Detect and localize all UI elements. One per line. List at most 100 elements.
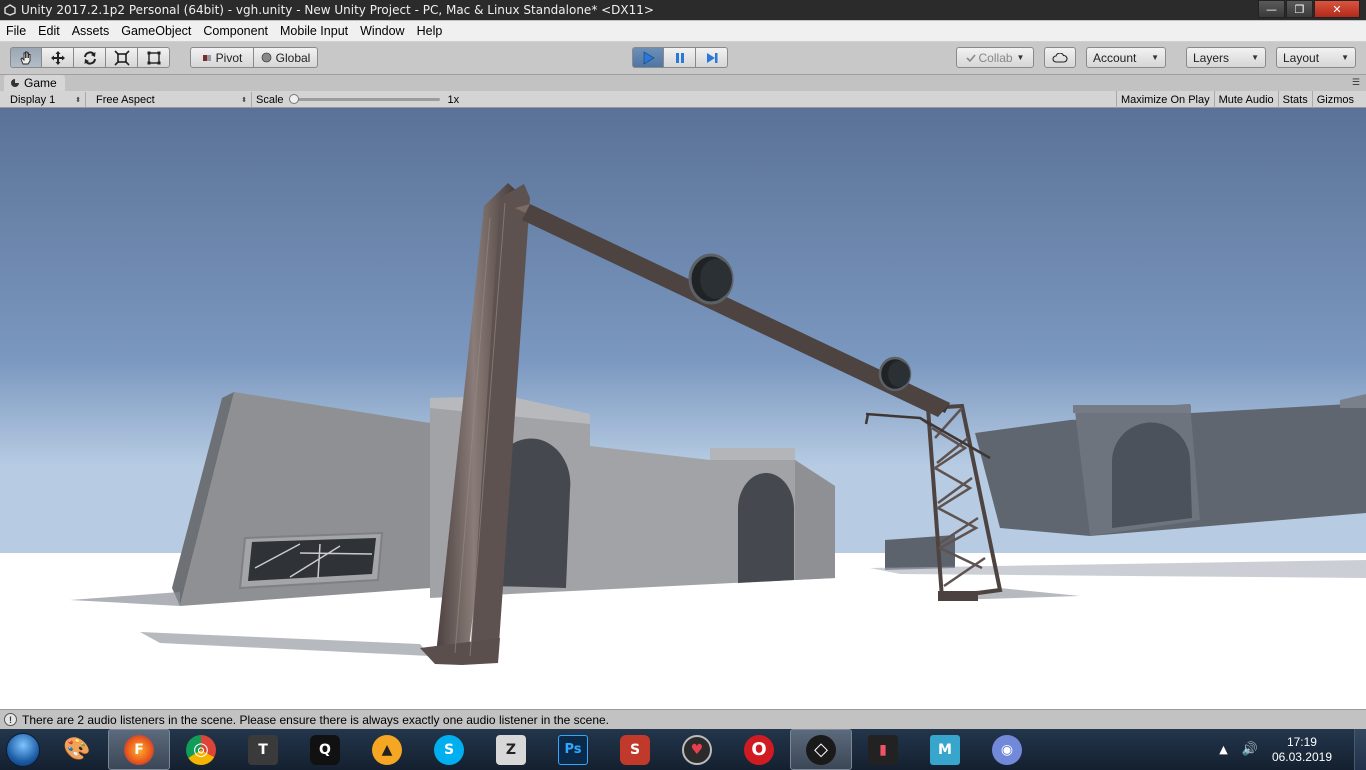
- playback-controls: [632, 47, 728, 68]
- skype-icon: S: [434, 734, 464, 765]
- hand-icon: [20, 51, 31, 64]
- maya-icon: M: [930, 734, 960, 765]
- taskbar-app-discord[interactable]: ◉: [976, 729, 1038, 770]
- menu-window[interactable]: Window: [354, 24, 410, 38]
- photoshop-icon: Ps: [558, 734, 588, 765]
- cloud-group: [1044, 47, 1076, 68]
- tray-expand-icon[interactable]: ▲: [1219, 743, 1227, 756]
- aspect-label: Free Aspect: [96, 93, 155, 106]
- menu-mobile-input[interactable]: Mobile Input: [274, 24, 354, 38]
- deezer-icon: ▮: [868, 734, 898, 765]
- menu-assets[interactable]: Assets: [66, 24, 116, 38]
- status-bar[interactable]: ! There are 2 audio listeners in the sce…: [0, 709, 1366, 729]
- volume-icon[interactable]: 🔊: [1242, 742, 1258, 757]
- start-button[interactable]: [0, 729, 46, 770]
- quixel-icon: Q: [310, 734, 340, 765]
- display-select[interactable]: Display 1 ⬍: [4, 92, 86, 107]
- transform-tools: [10, 47, 170, 68]
- taskbar-app-firefox[interactable]: F: [108, 729, 170, 770]
- globe-icon: [261, 52, 272, 63]
- cloud-button[interactable]: [1044, 47, 1076, 68]
- taskbar-app-photoshop[interactable]: Ps: [542, 729, 604, 770]
- rotate-icon: [83, 50, 96, 65]
- opera-icon: O: [744, 734, 774, 765]
- unity-icon: ◇: [806, 734, 836, 765]
- clock[interactable]: 17:19 06.03.2019: [1272, 735, 1332, 765]
- layout-label: Layout: [1283, 50, 1320, 65]
- tab-bar: Game ☰: [0, 75, 1366, 91]
- taskbar-app-paint[interactable]: 🎨: [46, 729, 108, 770]
- game-view[interactable]: [0, 108, 1366, 709]
- taskbar-app-marmoset[interactable]: ♥: [666, 729, 728, 770]
- gizmos-label: Gizmos: [1316, 93, 1354, 106]
- pause-button[interactable]: [664, 47, 696, 68]
- chevron-down-icon: ▼: [1251, 53, 1259, 62]
- right-toolbar: Collab ▼: [956, 47, 1034, 68]
- taskbar-app-artstation[interactable]: ▲: [356, 729, 418, 770]
- taskbar-app-zbrush[interactable]: Z: [480, 729, 542, 770]
- aspect-select[interactable]: Free Aspect ⬍: [90, 92, 252, 107]
- menu-file[interactable]: File: [0, 24, 32, 38]
- mute-audio-toggle[interactable]: Mute Audio: [1213, 91, 1278, 108]
- layout-group: Layout ▼: [1276, 47, 1356, 68]
- taskbar-app-opera[interactable]: O: [728, 729, 790, 770]
- world-of-tanks-icon: T: [248, 734, 278, 765]
- taskbar-app-skype[interactable]: S: [418, 729, 480, 770]
- layers-dropdown[interactable]: Layers ▼: [1186, 47, 1266, 68]
- play-button[interactable]: [632, 47, 664, 68]
- scale-slider[interactable]: [288, 94, 440, 104]
- paint-icon: 🎨: [63, 737, 91, 762]
- pause-icon: [675, 52, 684, 63]
- taskbar-app-substance-painter[interactable]: S: [604, 729, 666, 770]
- show-desktop-button[interactable]: [1354, 729, 1366, 770]
- rect-tool-button[interactable]: [138, 47, 170, 68]
- chevron-down-icon: ▼: [1341, 53, 1349, 62]
- scale-tool-button[interactable]: [106, 47, 138, 68]
- status-message: There are 2 audio listeners in the scene…: [22, 712, 610, 727]
- tab-menu-icon[interactable]: ☰: [1352, 78, 1360, 88]
- hand-tool-button[interactable]: [10, 47, 42, 68]
- layout-dropdown[interactable]: Layout ▼: [1276, 47, 1356, 68]
- main-toolbar: Pivot Global Collab ▼ Account ▼ Layers ▼…: [0, 42, 1366, 75]
- firefox-icon: F: [124, 734, 154, 765]
- taskbar-app-deezer[interactable]: ▮: [852, 729, 914, 770]
- global-toggle[interactable]: Global: [254, 47, 318, 68]
- menu-component[interactable]: Component: [197, 24, 274, 38]
- taskbar-app-world-of-tanks[interactable]: T: [232, 729, 294, 770]
- stats-toggle[interactable]: Stats: [1277, 91, 1312, 108]
- taskbar-app-chrome[interactable]: ◎: [170, 729, 232, 770]
- step-button[interactable]: [696, 47, 728, 68]
- maximize-button[interactable]: ❐: [1286, 0, 1313, 18]
- window-title: Unity 2017.2.1p2 Personal (64bit) - vgh.…: [21, 3, 654, 17]
- pivot-toggle[interactable]: Pivot: [190, 47, 254, 68]
- minimize-button[interactable]: —: [1258, 0, 1285, 18]
- title-bar: Unity 2017.2.1p2 Personal (64bit) - vgh.…: [0, 0, 1366, 20]
- game-toggles: Maximize On Play Mute Audio Stats Gizmos: [1115, 91, 1366, 108]
- tab-game-label: Game: [24, 76, 57, 90]
- move-tool-button[interactable]: [42, 47, 74, 68]
- scale-slider-thumb[interactable]: [288, 94, 299, 104]
- scale-icon: [113, 49, 130, 66]
- account-group: Account ▼: [1086, 47, 1166, 68]
- tab-game[interactable]: Game: [4, 75, 65, 91]
- scale-control: Scale 1x: [256, 92, 459, 107]
- updown-arrows-icon: ⬍: [241, 96, 247, 104]
- rotate-tool-button[interactable]: [74, 47, 106, 68]
- menu-edit[interactable]: Edit: [32, 24, 66, 38]
- windows-logo-icon: [6, 732, 40, 767]
- check-icon: [965, 53, 976, 62]
- collab-dropdown[interactable]: Collab ▼: [956, 47, 1034, 68]
- maximize-on-play-toggle[interactable]: Maximize On Play: [1115, 91, 1214, 108]
- taskbar-app-maya[interactable]: M: [914, 729, 976, 770]
- taskbar-app-quixel[interactable]: Q: [294, 729, 356, 770]
- taskbar-app-unity[interactable]: ◇: [790, 729, 852, 770]
- close-button[interactable]: ✕: [1314, 0, 1360, 18]
- menu-help[interactable]: Help: [411, 24, 449, 38]
- clock-date: 06.03.2019: [1271, 749, 1332, 764]
- gizmos-dropdown[interactable]: Gizmos: [1311, 91, 1366, 108]
- step-icon: [706, 52, 717, 63]
- artstation-icon: ▲: [372, 734, 402, 765]
- account-dropdown[interactable]: Account ▼: [1086, 47, 1166, 68]
- collab-label: Collab: [978, 50, 1013, 65]
- menu-gameobject[interactable]: GameObject: [115, 24, 197, 38]
